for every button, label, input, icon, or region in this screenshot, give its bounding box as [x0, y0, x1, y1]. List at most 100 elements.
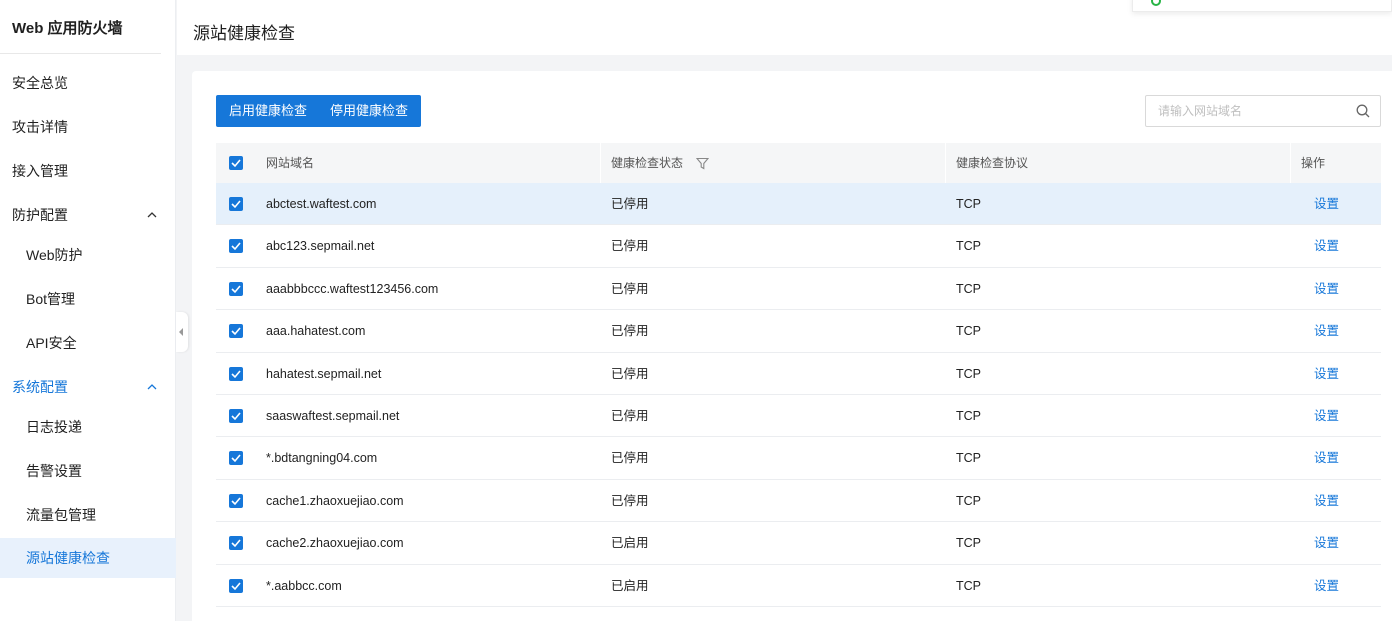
health-check-table: 网站域名 健康检查状态 健康检查协议 操作 abctest.waftest.co…: [216, 143, 1381, 607]
main-card: 启用健康检查 停用健康检查 网站域名 健康检查状态 健康检查协议 操作: [192, 71, 1392, 621]
settings-link[interactable]: 设置: [1314, 522, 1339, 564]
cell-domain: hahatest.sepmail.net: [266, 366, 382, 381]
sidebar-item-traffic-package[interactable]: 流量包管理: [0, 495, 176, 535]
cell-domain: *.aabbcc.com: [266, 578, 342, 593]
sidebar-item-protection-config[interactable]: 防护配置: [0, 195, 176, 235]
row-checkbox[interactable]: [229, 366, 243, 381]
sidebar-item-bot-management[interactable]: Bot管理: [0, 279, 176, 319]
settings-link[interactable]: 设置: [1314, 310, 1339, 352]
settings-link[interactable]: 设置: [1314, 225, 1339, 267]
cell-status: 已停用: [611, 451, 649, 466]
cell-status: 已停用: [611, 281, 649, 296]
column-divider: [600, 143, 601, 183]
caret-left-icon: [179, 328, 183, 336]
cell-protocol: TCP: [956, 197, 981, 211]
check-icon: [231, 327, 241, 336]
cell-domain: *.bdtangning04.com: [266, 451, 378, 466]
cell-domain: cache2.zhaoxuejiao.com: [266, 536, 404, 551]
cell-protocol: TCP: [956, 281, 981, 296]
sidebar-item-api-security[interactable]: API安全: [0, 323, 176, 363]
cell-domain: abc123.sepmail.net: [266, 239, 375, 254]
notification-toast: [1132, 0, 1392, 12]
row-checkbox[interactable]: [229, 578, 243, 593]
cell-domain: cache1.zhaoxuejiao.com: [266, 493, 404, 508]
cell-protocol: TCP: [956, 408, 981, 423]
sidebar-item-attack-details[interactable]: 攻击详情: [0, 107, 176, 147]
table-row: abctest.waftest.com 已停用 TCP 设置: [216, 183, 1381, 226]
enable-health-check-button[interactable]: 启用健康检查: [216, 95, 321, 127]
check-icon: [231, 412, 241, 421]
row-checkbox[interactable]: [229, 197, 243, 211]
sidebar-item-web-protection[interactable]: Web防护: [0, 235, 176, 275]
sidebar-item-label: 日志投递: [26, 419, 82, 435]
sidebar-item-label: 攻击详情: [12, 119, 68, 135]
cell-domain: abctest.waftest.com: [266, 197, 377, 211]
sidebar-item-log-delivery[interactable]: 日志投递: [0, 407, 176, 447]
check-icon: [231, 200, 241, 209]
table-row: abc123.sepmail.net 已停用 TCP 设置: [216, 225, 1381, 268]
check-icon: [231, 497, 241, 505]
column-divider: [1290, 143, 1291, 183]
table-row: aaabbbccc.waftest123456.com 已停用 TCP 设置: [216, 268, 1381, 311]
check-icon: [231, 539, 241, 548]
check-icon: [231, 582, 241, 590]
sidebar-item-label: 流量包管理: [26, 507, 96, 523]
cell-status: 已停用: [611, 408, 649, 423]
row-checkbox[interactable]: [229, 536, 243, 551]
row-checkbox[interactable]: [229, 281, 243, 296]
settings-link[interactable]: 设置: [1314, 565, 1339, 607]
column-header-action: 操作: [1301, 156, 1326, 170]
table-row: hahatest.sepmail.net 已停用 TCP 设置: [216, 353, 1381, 395]
settings-link[interactable]: 设置: [1314, 183, 1339, 225]
app-title: Web 应用防火墙: [0, 0, 161, 54]
chevron-up-icon: [147, 212, 157, 218]
search-icon[interactable]: [1356, 104, 1370, 118]
row-checkbox[interactable]: [229, 493, 243, 508]
row-checkbox[interactable]: [229, 324, 243, 339]
sidebar-item-access-management[interactable]: 接入管理: [0, 151, 176, 191]
sidebar-item-label: 告警设置: [26, 463, 82, 479]
settings-link[interactable]: 设置: [1314, 437, 1339, 479]
sidebar-item-security-overview[interactable]: 安全总览: [0, 63, 176, 103]
table-row: cache1.zhaoxuejiao.com 已停用 TCP 设置: [216, 480, 1381, 523]
sidebar-item-origin-health-check[interactable]: 源站健康检查: [0, 538, 176, 578]
row-checkbox[interactable]: [229, 451, 243, 466]
settings-link[interactable]: 设置: [1314, 480, 1339, 522]
table-row: aaa.hahatest.com 已停用 TCP 设置: [216, 310, 1381, 353]
sidebar-item-label: 源站健康检查: [26, 550, 110, 566]
settings-link[interactable]: 设置: [1314, 395, 1339, 437]
table-row: *.bdtangning04.com 已停用 TCP 设置: [216, 437, 1381, 480]
cell-status: 已停用: [611, 324, 649, 339]
search-input[interactable]: [1158, 96, 1348, 126]
sidebar-item-label: API安全: [26, 335, 77, 351]
table-row: saaswaftest.sepmail.net 已停用 TCP 设置: [216, 395, 1381, 438]
cell-status: 已启用: [611, 536, 649, 551]
row-checkbox[interactable]: [229, 408, 243, 423]
settings-link[interactable]: 设置: [1314, 268, 1339, 310]
sidebar-item-system-config[interactable]: 系统配置: [0, 367, 176, 407]
sidebar-item-alert-settings[interactable]: 告警设置: [0, 451, 176, 491]
check-icon: [231, 285, 241, 293]
cell-domain: aaabbbccc.waftest123456.com: [266, 281, 439, 296]
success-icon: [1151, 0, 1161, 6]
filter-icon[interactable]: [696, 157, 709, 170]
cell-status: 已停用: [611, 366, 649, 381]
search-box: [1145, 95, 1381, 127]
row-checkbox[interactable]: [229, 239, 243, 254]
column-header-status: 健康检查状态: [611, 156, 684, 170]
cell-protocol: TCP: [956, 239, 981, 254]
sidebar-item-label: Bot管理: [26, 291, 76, 307]
cell-protocol: TCP: [956, 493, 981, 508]
select-all-checkbox[interactable]: [229, 156, 243, 170]
cell-status: 已停用: [611, 239, 649, 254]
cell-status: 已启用: [611, 578, 649, 593]
sidebar-item-label: Web防护: [26, 247, 83, 263]
table-row: cache2.zhaoxuejiao.com 已启用 TCP 设置: [216, 522, 1381, 565]
settings-link[interactable]: 设置: [1314, 353, 1339, 395]
disable-health-check-button[interactable]: 停用健康检查: [317, 95, 422, 127]
column-header-domain: 网站域名: [266, 156, 315, 170]
sidebar-item-label: 安全总览: [12, 75, 68, 91]
sidebar-collapse-toggle[interactable]: [176, 312, 188, 352]
sidebar: Web 应用防火墙 安全总览 攻击详情 接入管理 防护配置 Web防护 Bot管…: [0, 0, 176, 621]
table-header: 网站域名 健康检查状态 健康检查协议 操作: [216, 143, 1381, 183]
